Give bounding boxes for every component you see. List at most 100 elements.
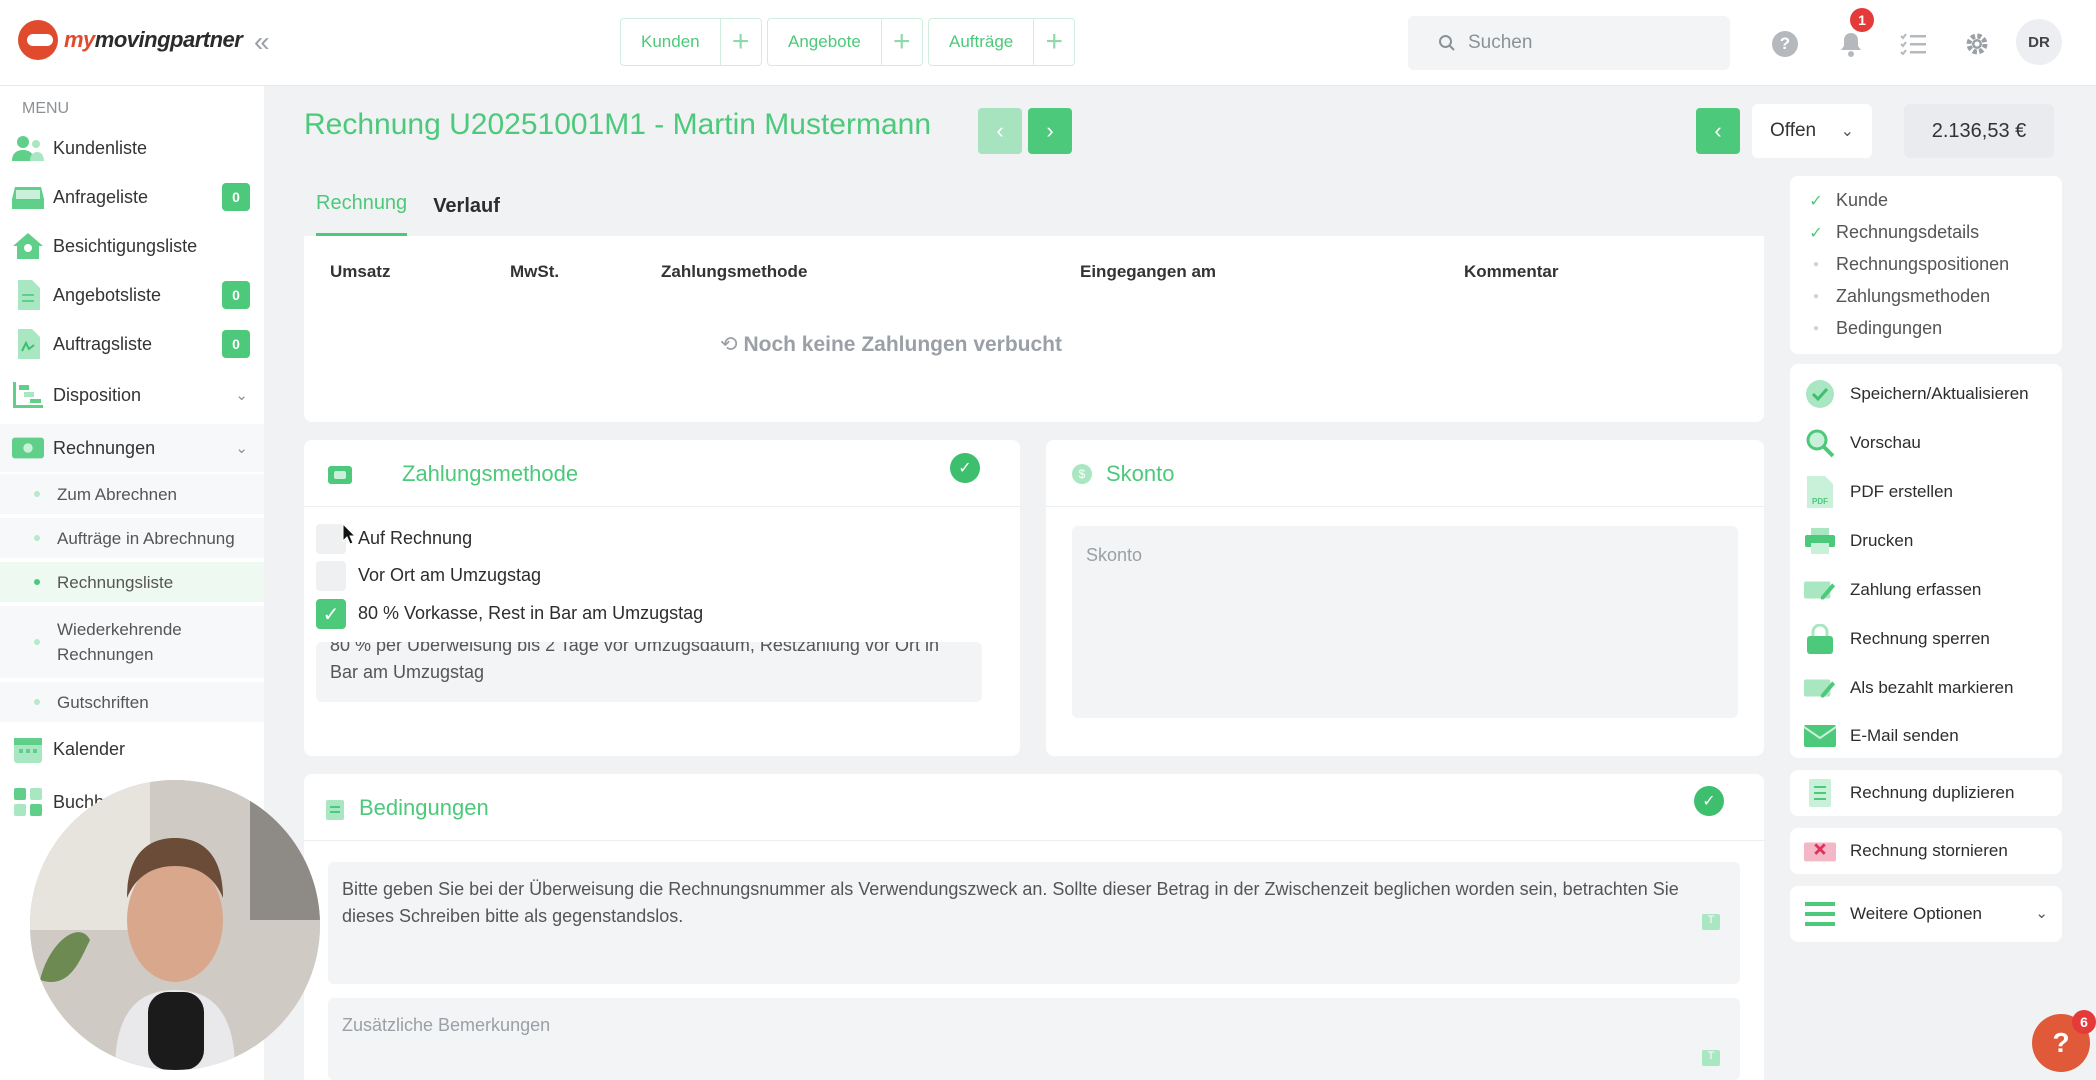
history-icon: ⟲: [720, 333, 738, 356]
sidebar-subitem-auftraege-in-abrechnung[interactable]: Aufträge in Abrechnung: [0, 518, 264, 558]
label-vor-ort: Vor Ort am Umzugstag: [358, 565, 542, 585]
lock-invoice-button[interactable]: Rechnung sperren: [1804, 619, 1990, 659]
label-vorkasse: 80 % Vorkasse, Rest in Bar am Umzugstag: [358, 603, 704, 623]
envelope-icon: [1804, 721, 1836, 751]
remarks-textarea[interactable]: Zusätzliche Bemerkungen: [328, 998, 1740, 1080]
money-pen-icon: [1804, 575, 1836, 605]
divider: [304, 506, 1020, 507]
step-zahlungsmethoden[interactable]: ● Zahlungsmethoden: [1808, 286, 1990, 307]
check-circle-icon: ✓: [1694, 786, 1724, 816]
money-pen-icon: [1804, 673, 1836, 703]
auftraege-button[interactable]: Aufträge: [929, 19, 1035, 65]
bell-icon[interactable]: 1: [1836, 8, 1874, 66]
step-kunde[interactable]: ✓ Kunde: [1808, 190, 1888, 211]
search-input[interactable]: Suchen: [1408, 16, 1730, 70]
dot-icon: ●: [1812, 259, 1820, 270]
wallet-icon: [328, 466, 352, 489]
send-email-button[interactable]: E-Mail senden: [1804, 716, 1959, 756]
sidebar-subitem-gutschriften[interactable]: Gutschriften: [0, 682, 264, 722]
divider: [304, 840, 1764, 841]
sidebar-subitem-rechnungsliste[interactable]: Rechnungsliste: [0, 562, 264, 602]
search-placeholder: Suchen: [1468, 32, 1533, 53]
status-select[interactable]: Offen ⌄: [1752, 104, 1872, 158]
sidebar-subitem-wiederkehrende-rechnungen[interactable]: Wiederkehrende Rechnungen: [0, 606, 264, 678]
actions-panel: Speichern/Aktualisieren Vorschau PDF PDF…: [1790, 364, 2062, 758]
logo-text: mymovingpartner: [64, 27, 243, 52]
sidebar-item-kalender[interactable]: Kalender: [0, 725, 264, 773]
collapse-sidebar-icon[interactable]: «: [254, 26, 270, 58]
checkbox-vor-ort[interactable]: [316, 561, 346, 591]
gantt-icon: [12, 380, 44, 410]
step-rechnungsdetails[interactable]: ✓ Rechnungsdetails: [1808, 222, 1979, 243]
banknote-icon: [12, 433, 44, 463]
chevron-down-icon: ⌄: [1840, 123, 1854, 140]
sidebar-subitem-zum-abrechnen[interactable]: Zum Abrechnen: [0, 474, 264, 514]
create-pdf-button[interactable]: PDF PDF erstellen: [1804, 472, 1953, 512]
user-avatar[interactable]: DR: [2016, 19, 2062, 65]
menu-heading: MENU: [22, 100, 70, 117]
angebote-button[interactable]: Angebote: [768, 19, 882, 65]
check-circle-icon: [1804, 379, 1836, 409]
step-rechnungspositionen[interactable]: ● Rechnungspositionen: [1808, 254, 2009, 275]
column-header-zahlungsmethode: Zahlungsmethode: [661, 262, 808, 281]
tab-verlauf[interactable]: Verlauf: [433, 195, 500, 236]
help-chat-button[interactable]: ? 6: [2032, 1010, 2096, 1072]
calculator-icon: [12, 787, 44, 817]
tab-rechnung[interactable]: Rechnung: [316, 192, 408, 236]
add-auftrag-icon[interactable]: +: [1034, 19, 1074, 65]
top-bar: mymovingpartner « Kunden + Angebote + Au…: [0, 0, 2096, 86]
chevron-down-icon: ⌄: [235, 387, 248, 404]
step-bedingungen[interactable]: ● Bedingungen: [1808, 318, 1942, 339]
print-button[interactable]: Drucken: [1804, 521, 1913, 561]
contract-icon: [12, 329, 44, 359]
quick-angebote: Angebote +: [767, 18, 923, 66]
zahlungsmethode-note-textarea[interactable]: 80 % per Überweisung bis 2 Tage vor Umzu…: [316, 642, 982, 702]
tab-bar: Rechnung Verlauf: [304, 176, 1764, 236]
sidebar-item-anfrageliste[interactable]: Anfrageliste 0: [0, 173, 264, 221]
column-header-umsatz: Umsatz: [330, 262, 391, 281]
brand-logo[interactable]: mymovingpartner: [18, 20, 243, 60]
inbox-icon: [12, 182, 44, 212]
sidebar-item-angebotsliste[interactable]: Angebotsliste 0: [0, 271, 264, 319]
bedingungen-textarea[interactable]: Bitte geben Sie bei der Überweisung die …: [328, 862, 1740, 984]
copy-document-icon: [1804, 778, 1836, 808]
gear-icon[interactable]: [1962, 22, 1992, 66]
preview-button[interactable]: Vorschau: [1804, 423, 1921, 463]
cancel-invoice-button[interactable]: Rechnung stornieren: [1790, 828, 2062, 874]
printer-icon: [1804, 526, 1836, 556]
duplicate-invoice-button[interactable]: Rechnung duplizieren: [1790, 770, 2062, 816]
mark-paid-button[interactable]: Als bezahlt markieren: [1804, 668, 2013, 708]
column-header-mwst: MwSt.: [510, 262, 560, 281]
add-angebot-icon[interactable]: +: [882, 19, 922, 65]
quick-kunden: Kunden +: [620, 18, 762, 66]
text-format-icon[interactable]: T: [1702, 914, 1720, 930]
zahlungsmethode-title: Zahlungsmethode: [402, 461, 579, 486]
sidebar-item-besichtigungsliste[interactable]: Besichtigungsliste: [0, 222, 264, 270]
more-options-button[interactable]: Weitere Optionen ⌄: [1790, 886, 2062, 942]
lock-icon: [1804, 624, 1836, 654]
notification-badge: 1: [1850, 8, 1874, 32]
text-format-icon[interactable]: T: [1702, 1050, 1720, 1066]
back-button[interactable]: ‹: [1696, 108, 1740, 154]
next-invoice-button[interactable]: ›: [1028, 108, 1072, 154]
tasks-icon[interactable]: [1898, 22, 1928, 66]
magnifier-icon: [1804, 428, 1836, 458]
skonto-textarea[interactable]: Skonto: [1072, 526, 1738, 718]
column-header-eingegangen-am: Eingegangen am: [1080, 262, 1217, 281]
sidebar-item-auftragsliste[interactable]: Auftragsliste 0: [0, 320, 264, 368]
sidebar-item-kundenliste[interactable]: Kundenliste: [0, 124, 264, 172]
record-payment-button[interactable]: Zahlung erfassen: [1804, 570, 1981, 610]
webcam-overlay: [30, 780, 320, 1070]
page-title: Rechnung U20251001M1 - Martin Mustermann: [304, 108, 931, 141]
save-button[interactable]: Speichern/Aktualisieren: [1804, 374, 2029, 414]
skonto-title: Skonto: [1106, 461, 1175, 486]
help-icon[interactable]: ?: [1770, 22, 1800, 66]
previous-invoice-button[interactable]: ‹: [978, 108, 1022, 154]
invoice-amount: 2.136,53 €: [1904, 104, 2054, 158]
mouse-cursor-icon: [342, 523, 356, 545]
sidebar-item-disposition[interactable]: Disposition ⌄: [0, 371, 264, 419]
kunden-button[interactable]: Kunden: [621, 19, 721, 65]
add-kunde-icon[interactable]: +: [721, 19, 761, 65]
sidebar-item-rechnungen[interactable]: Rechnungen ⌄: [0, 424, 264, 472]
checkbox-vorkasse[interactable]: ✓: [316, 599, 346, 629]
